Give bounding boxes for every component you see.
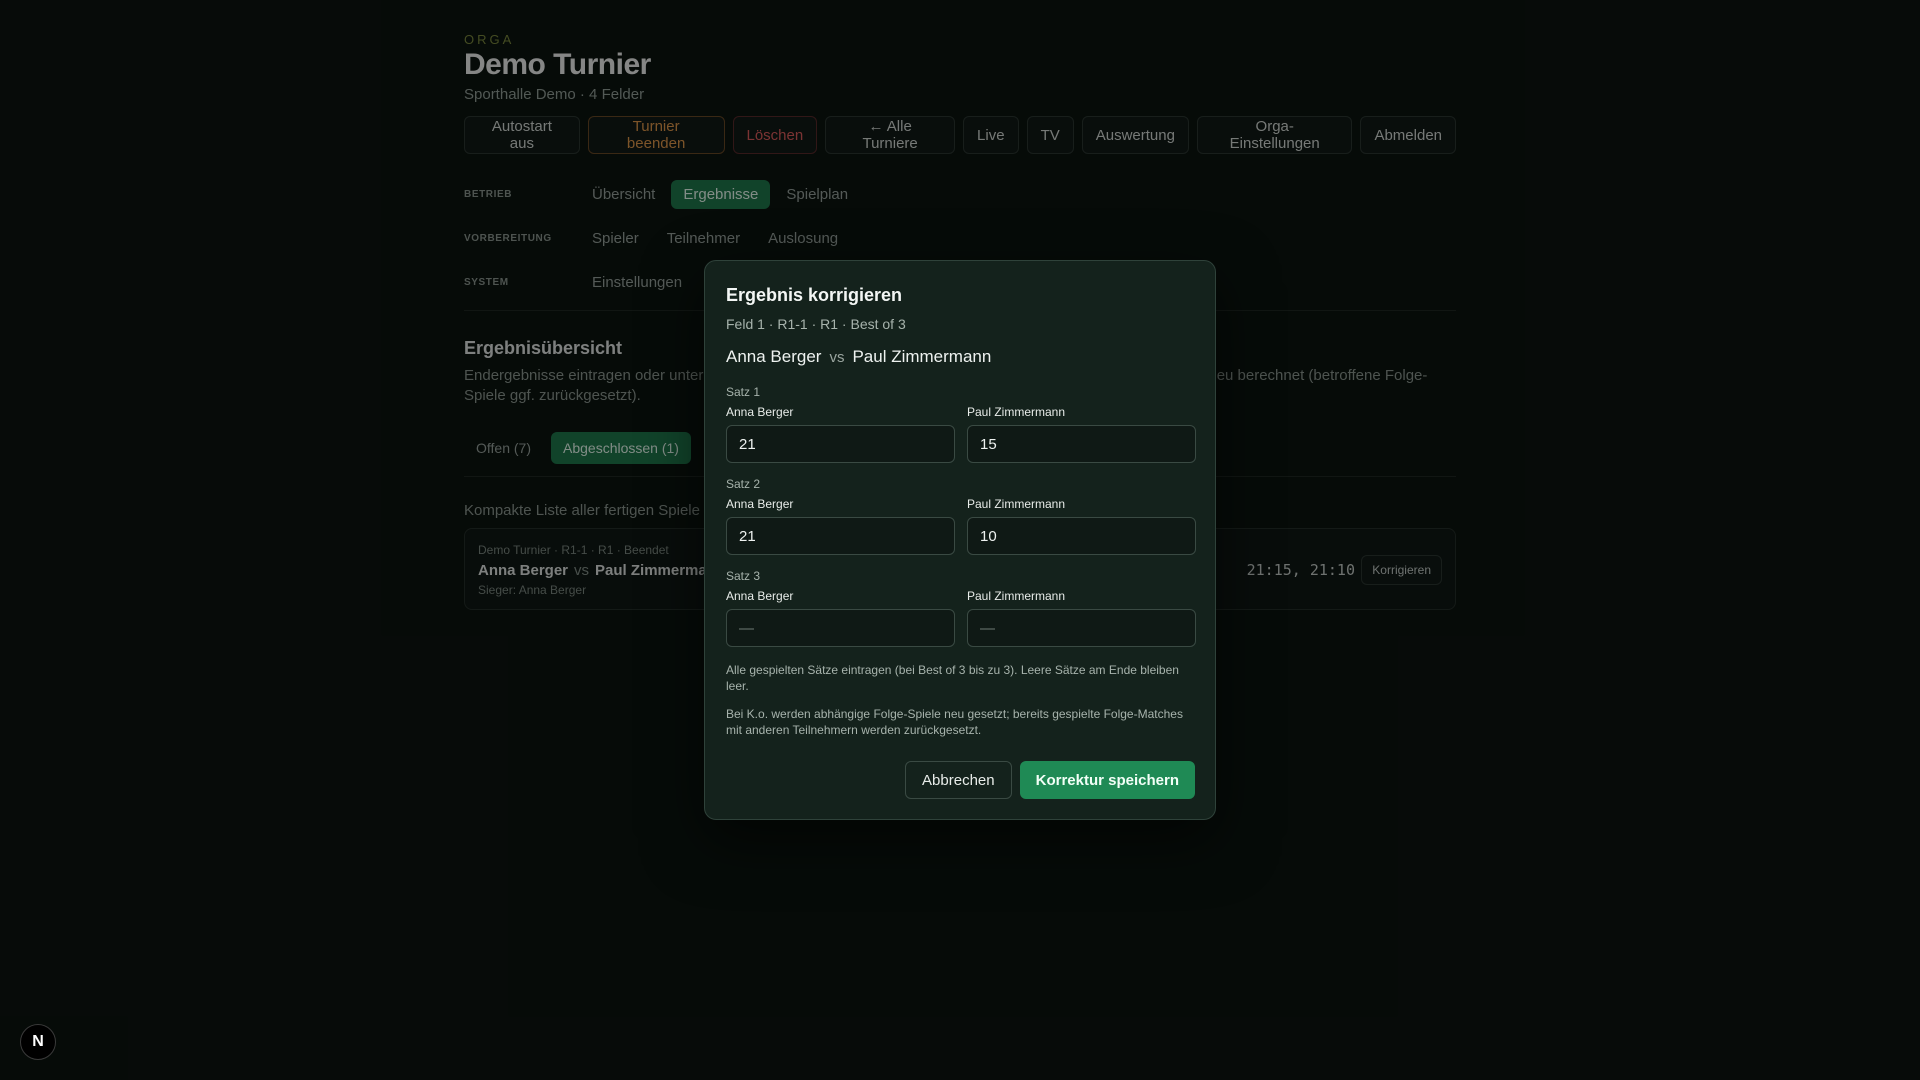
set-2-p2-label: Paul Zimmermann bbox=[967, 497, 1066, 511]
n-logo-icon[interactable]: N bbox=[20, 1024, 56, 1060]
set-1-p1-label: Anna Berger bbox=[726, 405, 794, 419]
set-3-p2-input[interactable] bbox=[967, 609, 1196, 647]
modal-player1: Anna Berger bbox=[726, 347, 822, 366]
set-1-p2-input[interactable] bbox=[967, 425, 1196, 463]
modal-actions: Abbrechen Korrektur speichern bbox=[905, 761, 1195, 799]
modal-players: Anna Berger vs Paul Zimmermann bbox=[726, 347, 991, 367]
modal-title: Ergebnis korrigieren bbox=[726, 285, 903, 305]
set-3-p1-input[interactable] bbox=[726, 609, 955, 647]
set-1: Satz 1 Anna Berger Paul Zimmermann bbox=[726, 385, 1196, 463]
save-correction-button[interactable]: Korrektur speichern bbox=[1019, 761, 1195, 799]
set-1-p2-label: Paul Zimmermann bbox=[967, 405, 1066, 419]
modal-vs: vs bbox=[829, 349, 845, 366]
set-2-p2-input[interactable] bbox=[967, 517, 1196, 555]
cancel-button[interactable]: Abbrechen bbox=[905, 761, 1012, 799]
set-3-p2-label: Paul Zimmermann bbox=[967, 589, 1066, 603]
set-3-label: Satz 3 bbox=[726, 569, 761, 583]
set-2-p1-input[interactable] bbox=[726, 517, 955, 555]
modal-player2: Paul Zimmermann bbox=[852, 347, 992, 366]
set-2-label: Satz 2 bbox=[726, 477, 761, 491]
set-1-label: Satz 1 bbox=[726, 385, 761, 399]
set-1-p1-input[interactable] bbox=[726, 425, 955, 463]
set-3-p1-label: Anna Berger bbox=[726, 589, 794, 603]
modal-subtitle: Feld 1 · R1-1 · R1 · Best of 3 bbox=[726, 316, 906, 332]
modal-hint-sets: Alle gespielten Sätze eintragen (bei Bes… bbox=[726, 663, 1179, 693]
set-3: Satz 3 Anna Berger Paul Zimmermann bbox=[726, 569, 1196, 647]
set-2: Satz 2 Anna Berger Paul Zimmermann bbox=[726, 477, 1196, 555]
correct-result-modal: Ergebnis korrigieren Feld 1 · R1-1 · R1 … bbox=[704, 260, 1216, 820]
set-2-p1-label: Anna Berger bbox=[726, 497, 794, 511]
modal-hint-ko: Bei K.o. werden abhängige Folge-Spiele n… bbox=[726, 707, 1183, 737]
